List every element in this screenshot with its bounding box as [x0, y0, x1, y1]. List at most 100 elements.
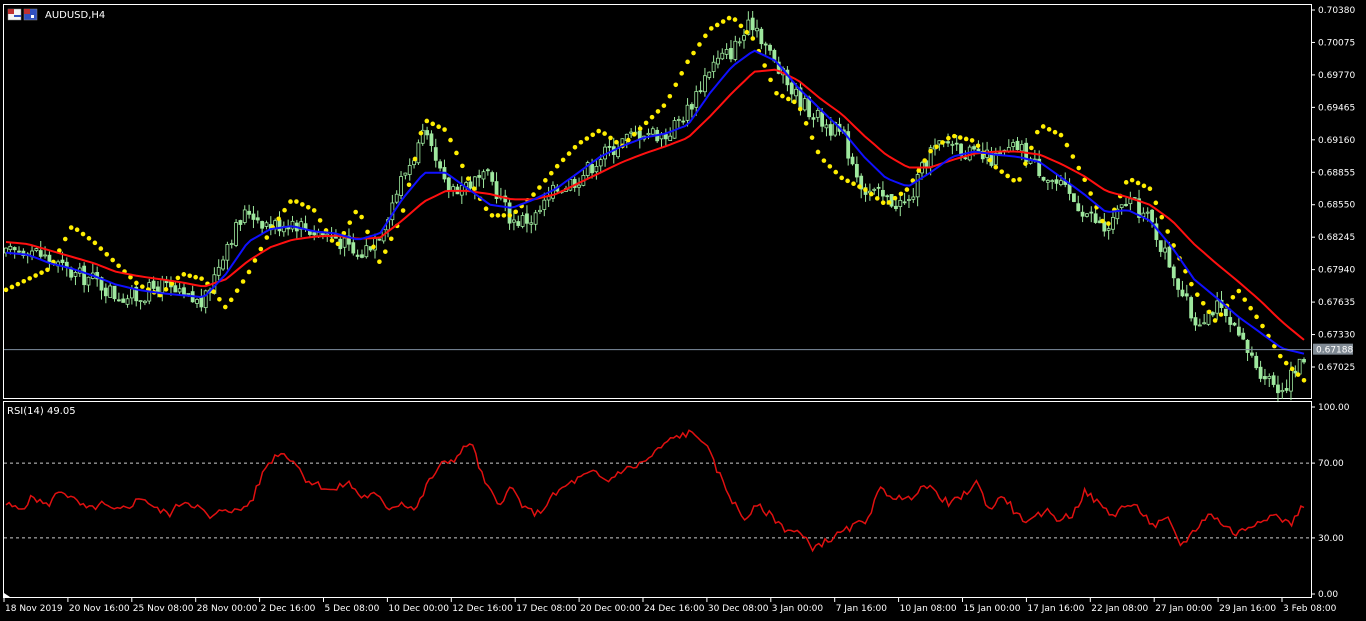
- psar-dot: [442, 127, 447, 132]
- candle-body: [1250, 352, 1254, 356]
- psar-dot: [359, 214, 364, 220]
- psar-dot: [934, 144, 939, 150]
- psar-dot: [809, 135, 815, 140]
- candle-body: [1080, 211, 1085, 217]
- psar-dot: [383, 249, 388, 254]
- candle-body: [290, 220, 295, 230]
- psar-dot: [602, 131, 607, 136]
- psar-dot: [377, 259, 382, 265]
- psar-dot: [946, 135, 951, 141]
- psar-dot: [1254, 314, 1259, 320]
- candle-body: [342, 237, 347, 248]
- candle-body: [173, 285, 178, 293]
- psar-dot: [228, 297, 234, 303]
- psar-dot: [904, 187, 910, 192]
- psar-dot: [1295, 372, 1301, 377]
- candle-body: [650, 128, 655, 135]
- rsi-tick-label: 70.00: [1318, 459, 1344, 469]
- psar-dot: [1106, 221, 1111, 226]
- candle-body: [902, 201, 907, 204]
- candle-body: [1197, 324, 1202, 327]
- candle-body: [646, 132, 651, 136]
- psar-dot: [1011, 177, 1016, 183]
- candle-body: [1067, 184, 1072, 194]
- candle-body: [60, 259, 65, 264]
- candle-body: [1145, 211, 1150, 214]
- psar-dot: [566, 151, 572, 156]
- candle-body: [824, 124, 829, 129]
- psar-dot: [1283, 360, 1289, 366]
- price-tick-label: 0.70380: [1318, 6, 1355, 16]
- psar-dot: [1165, 229, 1170, 234]
- psar-dot: [1023, 161, 1028, 166]
- psar-dot: [750, 36, 756, 41]
- candle-body: [160, 279, 165, 293]
- time-tick-label: 30 Dec 08:00: [708, 604, 769, 614]
- candle-body: [676, 119, 681, 121]
- psar-dot: [1153, 200, 1159, 206]
- psar-dot: [578, 139, 584, 145]
- candle-body: [763, 43, 768, 46]
- candle-body: [729, 48, 733, 60]
- time-tick-label: 15 Jan 00:00: [964, 604, 1021, 614]
- psar-dot: [140, 284, 145, 289]
- psar-dot: [1129, 177, 1135, 183]
- psar-dot: [305, 204, 311, 210]
- price-tick-label: 0.68855: [1318, 168, 1355, 178]
- candle-body: [733, 40, 738, 60]
- candle-body: [1289, 369, 1293, 392]
- candle-body: [737, 41, 742, 44]
- psar-dot: [898, 191, 904, 197]
- candle-body: [1263, 376, 1267, 380]
- psar-dot: [993, 164, 999, 170]
- candle-body: [1150, 209, 1154, 223]
- candle-body: [151, 280, 156, 289]
- candle-body: [629, 131, 634, 134]
- candle-body: [972, 146, 976, 150]
- psar-dot: [15, 281, 21, 287]
- psar-dot: [584, 136, 590, 141]
- time-tick-label: 17 Jan 16:00: [1027, 604, 1084, 614]
- psar-dot: [1218, 312, 1224, 317]
- psar-dot: [709, 26, 714, 31]
- candle-body: [707, 71, 712, 78]
- candle-body: [416, 142, 421, 164]
- psar-dot: [857, 184, 862, 189]
- candle-body: [1232, 322, 1237, 326]
- candle-body: [828, 124, 833, 136]
- psar-dot: [940, 140, 945, 145]
- psar-dot: [590, 132, 596, 138]
- candle-body: [429, 133, 434, 146]
- candle-body: [234, 222, 238, 246]
- candle-body: [889, 194, 894, 207]
- candle-body: [182, 287, 186, 295]
- rsi-tick-label: 30.00: [1318, 534, 1344, 544]
- price-tick-label: 0.67025: [1318, 363, 1355, 373]
- time-tick-label: 10 Jan 08:00: [900, 604, 957, 614]
- candle-body: [755, 27, 759, 32]
- symbol-title: AUDUSD,H4: [45, 10, 105, 21]
- psar-dot: [276, 216, 281, 222]
- candle-body: [364, 245, 369, 258]
- candle-body: [1093, 213, 1098, 223]
- candle-body: [1210, 312, 1215, 316]
- psar-dot: [732, 17, 738, 22]
- psar-dot: [892, 195, 898, 201]
- candle-body: [538, 209, 542, 213]
- candle-body: [512, 219, 516, 223]
- candle-body: [698, 90, 703, 93]
- psar-dot: [489, 213, 495, 218]
- rsi-tick-label: 100.00: [1318, 403, 1350, 413]
- psar-dot: [869, 191, 874, 197]
- candle-body: [1050, 180, 1055, 183]
- price-tick-label: 0.67635: [1318, 298, 1355, 308]
- price-tick-label: 0.67940: [1318, 266, 1355, 276]
- psar-dot: [661, 103, 667, 108]
- psar-dot: [803, 121, 809, 126]
- psar-dot: [626, 137, 631, 143]
- candle-body: [116, 299, 121, 302]
- psar-dot: [667, 93, 673, 99]
- psar-dot: [839, 175, 844, 181]
- trading-chart[interactable]: 0.70380 0.70075 0.69770 0.69465 0.69160 0.688…: [0, 0, 1366, 621]
- candle-body: [898, 199, 903, 207]
